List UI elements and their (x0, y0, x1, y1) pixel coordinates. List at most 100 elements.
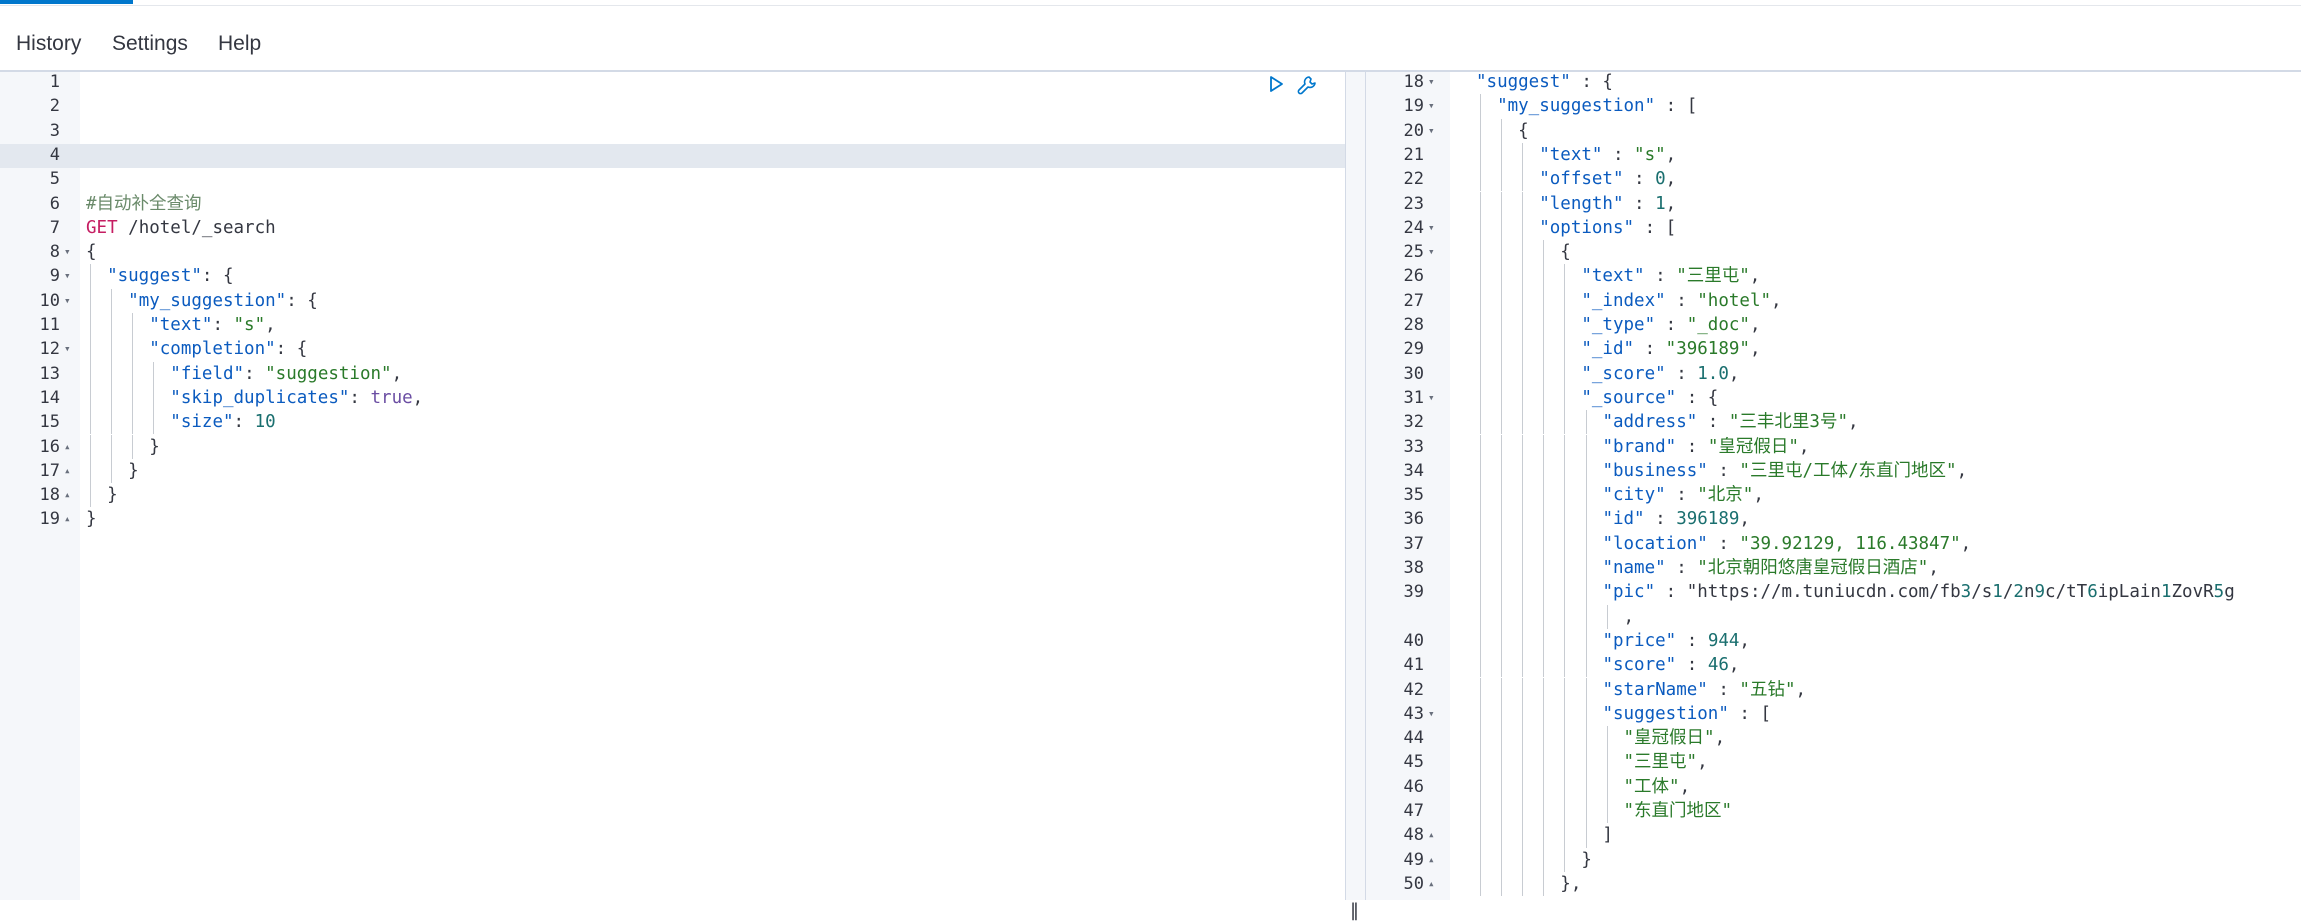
code-line[interactable]: 19 ▾ "my_suggestion" : [ (1366, 94, 2301, 118)
indent-guide (1585, 653, 1587, 678)
menu-settings[interactable]: Settings (112, 32, 188, 56)
fold-close-icon[interactable]: ▴ (1428, 872, 1435, 896)
indent-guide (1564, 677, 1566, 702)
code-line[interactable]: 47 "东直门地区" (1366, 799, 2301, 823)
code-line[interactable]: 21 "text" : "s", (1366, 143, 2301, 167)
code-line[interactable]: 14 "skip_duplicates": true, (0, 386, 1345, 410)
code-line[interactable]: 24 ▾ "options" : [ (1366, 216, 2301, 240)
code-line[interactable]: 46 "工体", (1366, 775, 2301, 799)
wrench-icon[interactable] (1296, 74, 1316, 95)
code-line[interactable]: 19 ▴} (0, 507, 1345, 531)
indent-guide (111, 434, 113, 459)
code-line[interactable]: 18 ▾ "suggest" : { (1366, 72, 2301, 94)
line-number: 48 (1403, 825, 1424, 846)
menu-history[interactable]: History (16, 32, 81, 56)
code-line[interactable]: 17 ▴ } (0, 459, 1345, 483)
code-line[interactable]: 2 (0, 94, 1345, 118)
code-line[interactable]: 15 "size": 10 (0, 410, 1345, 434)
play-icon[interactable] (1266, 74, 1286, 94)
code-line[interactable]: 39 "pic" : "https://m.tuniucdn.com/fb3/s… (1366, 580, 2301, 604)
code-line[interactable]: 48 ▴ ] (1366, 823, 2301, 847)
code-line[interactable]: 9 ▾ "suggest": { (0, 264, 1345, 288)
fold-close-icon[interactable]: ▴ (1428, 848, 1435, 872)
code-line[interactable]: 22 "offset" : 0, (1366, 167, 2301, 191)
indent-guide (1480, 434, 1481, 459)
fold-close-icon[interactable]: ▴ (1428, 823, 1435, 847)
code-line[interactable]: 29 "_id" : "396189", (1366, 337, 2301, 361)
panel-divider[interactable]: ‖ (1345, 72, 1366, 921)
code-line[interactable]: 37 "location" : "39.92129, 116.43847", (1366, 532, 2301, 556)
code-line[interactable]: 8 ▾ { (0, 240, 1345, 264)
code-line[interactable]: 10 ▾ "my_suggestion": { (0, 289, 1345, 313)
code-line[interactable]: 45 "三里屯", (1366, 750, 2301, 774)
fold-open-icon[interactable]: ▾ (1428, 386, 1435, 410)
line-number: 36 (1403, 509, 1424, 530)
code-line[interactable]: 1 (0, 72, 1345, 94)
code-line[interactable]: 32 "address" : "三丰北里3号", (1366, 410, 2301, 434)
code-line[interactable]: 25 ▾ { (1366, 240, 2301, 264)
code-line[interactable]: 31 ▾ "_source" : { (1366, 386, 2301, 410)
code-line[interactable]: 35 "city" : "北京", (1366, 483, 2301, 507)
fold-open-icon[interactable]: ▾ (1428, 94, 1435, 118)
code-line[interactable]: 30 "_score" : 1.0, (1366, 362, 2301, 386)
code-line[interactable]: 33 "brand" : "皇冠假日", (1366, 435, 2301, 459)
code-line[interactable]: 49 ▴ } (1366, 848, 2301, 872)
indent-guide (1585, 628, 1587, 654)
code-line[interactable]: 43 ▾ "suggestion" : [ (1366, 702, 2301, 726)
request-editor[interactable]: 1 2 3 4 5 6 #自动补全查询 7 GET /hotel/_search 8 ▾{9 ▾ "s… (0, 72, 1345, 900)
code-line[interactable]: 7 GET /hotel/_search (0, 216, 1345, 240)
fold-close-icon[interactable]: ▴ (64, 483, 71, 507)
indent-guide (1564, 458, 1566, 484)
line-number: 12 (39, 339, 60, 360)
code-line[interactable]: 36 "id" : 396189, (1366, 507, 2301, 531)
fold-close-icon[interactable]: ▴ (64, 507, 71, 531)
code-line[interactable]: 11 "text": "s", (0, 313, 1345, 337)
code-line[interactable]: 26 "text" : "三里屯", (1366, 264, 2301, 288)
code-line[interactable]: 16 ▴ } (0, 435, 1345, 459)
line-number: 21 (1403, 144, 1424, 165)
code-line[interactable]: 13 "field": "suggestion", (0, 362, 1345, 386)
code-line[interactable]: 5 (0, 167, 1345, 191)
indent-guide (1585, 677, 1587, 702)
code-line[interactable]: 44 "皇冠假日", (1366, 726, 2301, 750)
code-line[interactable]: 12 ▾ "completion": { (0, 337, 1345, 361)
code-line[interactable]: 4 (0, 143, 1345, 167)
fold-open-icon[interactable]: ▾ (64, 289, 71, 313)
menu-help[interactable]: Help (218, 32, 261, 56)
code-line[interactable]: 40 "price" : 944, (1366, 629, 2301, 653)
fold-open-icon[interactable]: ▾ (64, 240, 71, 264)
code-line[interactable]: 34 "business" : "三里屯/工体/东直门地区", (1366, 459, 2301, 483)
fold-open-icon[interactable]: ▾ (1428, 119, 1435, 143)
code-line[interactable]: 23 "length" : 1, (1366, 192, 2301, 216)
code-line[interactable]: 38 "name" : "北京朝阳悠唐皇冠假日酒店", (1366, 556, 2301, 580)
fold-open-icon[interactable]: ▾ (64, 337, 71, 361)
code-line[interactable]: 20 ▾ { (1366, 119, 2301, 143)
code-line[interactable]: 27 "_index" : "hotel", (1366, 289, 2301, 313)
fold-close-icon[interactable]: ▴ (64, 435, 71, 459)
code-text: "completion": { (149, 339, 308, 360)
code-line[interactable]: 18 ▴ } (0, 483, 1345, 507)
indent-guide (90, 313, 91, 338)
fold-open-icon[interactable]: ▾ (1428, 702, 1435, 726)
code-text: "address" : "三丰北里3号", (1602, 412, 1859, 433)
fold-close-icon[interactable]: ▴ (64, 459, 71, 483)
indent-guide (153, 361, 155, 386)
code-line[interactable]: 50 ▴ }, (1366, 872, 2301, 896)
code-line[interactable]: 42 "starName" : "五钻", (1366, 678, 2301, 702)
fold-open-icon[interactable]: ▾ (1428, 216, 1435, 240)
code-line[interactable]: 28 "_type" : "_doc", (1366, 313, 2301, 337)
code-line[interactable]: , (1366, 605, 2301, 629)
code-line[interactable]: 41 "score" : 46, (1366, 653, 2301, 677)
code-line[interactable]: 3 (0, 119, 1345, 143)
line-number: 30 (1403, 363, 1424, 384)
indent-guide (1480, 313, 1481, 338)
indent-guide (1522, 361, 1524, 386)
code-line[interactable]: 6 #自动补全查询 (0, 192, 1345, 216)
fold-open-icon[interactable]: ▾ (64, 264, 71, 288)
indent-guide (1564, 799, 1566, 824)
fold-open-icon[interactable]: ▾ (1428, 240, 1435, 264)
indent-guide (1522, 264, 1524, 289)
response-editor[interactable]: 18 ▾ "suggest" : {19 ▾ "my_suggestion" : [2… (1366, 72, 2301, 900)
fold-open-icon[interactable]: ▾ (1428, 72, 1435, 94)
resize-handle-icon[interactable]: ‖ (1350, 900, 1359, 921)
